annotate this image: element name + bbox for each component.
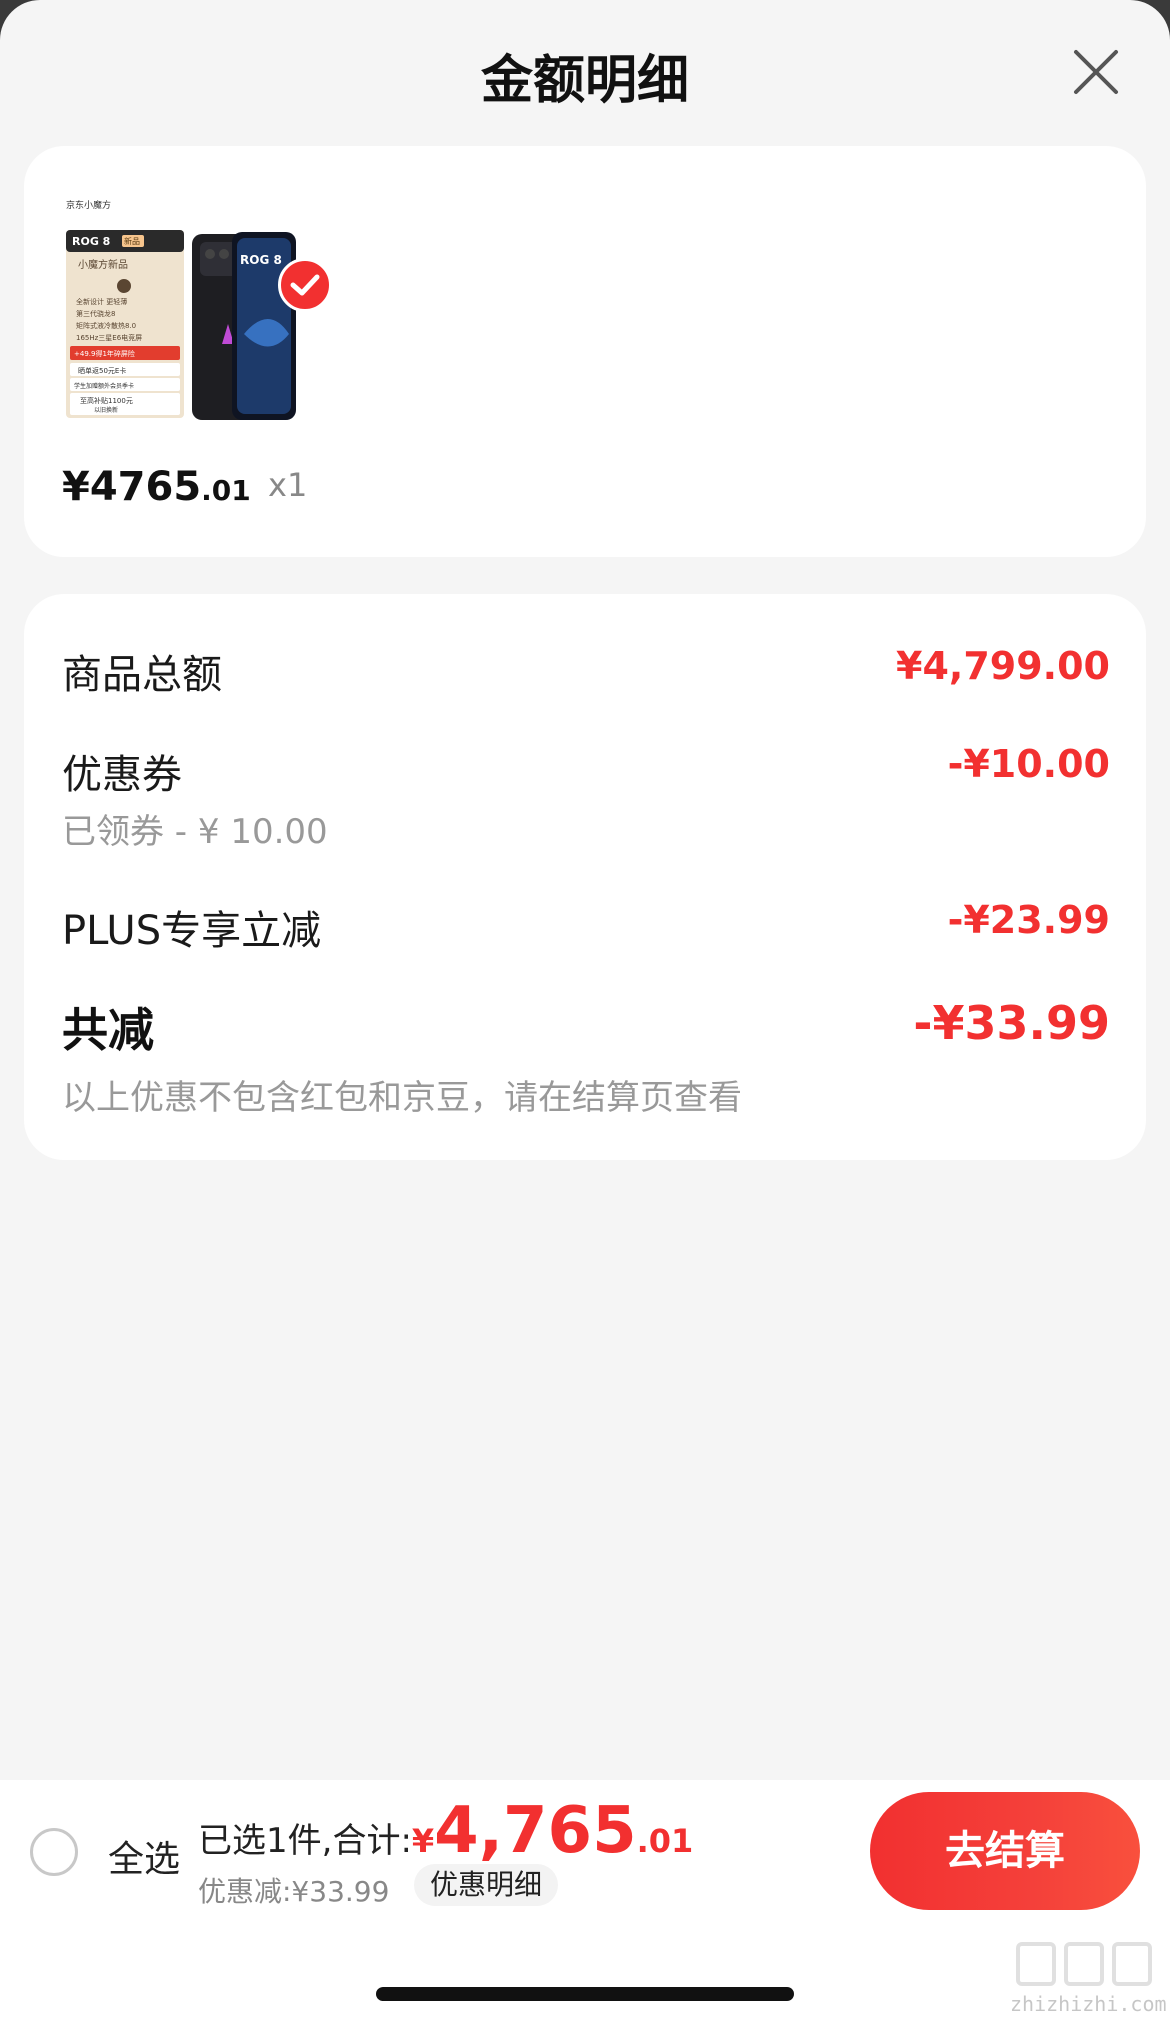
plus-discount-value: -¥23.99 <box>947 898 1110 942</box>
product-quantity: x1 <box>268 466 308 504</box>
total-amount-decimal: .01 <box>636 1822 694 1860</box>
total-amount-main: 4,765 <box>434 1794 637 1868</box>
coupon-sub: 已领券 - ¥ 10.00 <box>62 812 328 852</box>
discount-amount: 优惠减:¥33.99 <box>198 1875 390 1908</box>
thumb-promo: 至高补贴1100元 <box>80 396 133 405</box>
sheet-title: 金额明细 <box>480 51 689 111</box>
close-icon[interactable] <box>1068 44 1124 100</box>
thumb-promo: 学生加赠额外会员季卡 <box>74 382 134 390</box>
product-card: 京东小魔方 ROG 8 新品 小魔方新品 全新设计 更轻薄 第三代骁龙8 矩阵式… <box>24 146 1146 557</box>
thumb-model-badge: 新品 <box>124 236 140 246</box>
discount-note: 以上优惠不包含红包和京豆，请在结算页查看 <box>62 1078 742 1118</box>
product-price-main: ¥4765 <box>62 464 202 510</box>
home-indicator[interactable] <box>376 1987 794 2001</box>
thumb-promo: 晒单返50元E卡 <box>78 366 126 375</box>
thumb-model: ROG 8 <box>72 235 110 248</box>
thumb-tagline: 小魔方新品 <box>78 258 128 271</box>
goods-total-label: 商品总额 <box>62 652 222 698</box>
thumb-promo: 以旧换新 <box>94 406 118 414</box>
amount-detail-sheet: 金额明细 京东小魔方 ROG 8 新品 小魔方新品 全新设计 更轻薄 第三代骁龙… <box>0 0 1170 2025</box>
goods-total-value: ¥4,799.00 <box>896 644 1110 688</box>
selected-check-icon[interactable] <box>278 258 332 312</box>
checkout-button[interactable]: 去结算 <box>870 1792 1140 1910</box>
thumb-feature: 矩阵式液冷散热8.0 <box>76 321 136 330</box>
total-currency: ¥ <box>411 1822 435 1860</box>
coupon-value: -¥10.00 <box>947 742 1110 786</box>
amount-breakdown-card: 商品总额 ¥4,799.00 优惠券 -¥10.00 已领券 - ¥ 10.00… <box>24 594 1146 1160</box>
select-all-label[interactable]: 全选 <box>108 1830 180 1882</box>
selection-summary-text: 已选1件,合计: <box>198 1821 412 1861</box>
watermark-text: zhizhizhi.com <box>1010 1992 1167 2016</box>
sheet-header: 金额明细 <box>0 0 1170 140</box>
product-price: ¥4765.01 <box>62 464 251 520</box>
selection-summary: 已选1件,合计:¥4,765.01 <box>198 1794 694 1868</box>
home-indicator-area: zhizhizhi.com <box>0 1920 1170 2025</box>
discount-detail-button[interactable]: 优惠明细 <box>414 1864 559 1906</box>
thumb-brand-text: 京东小魔方 <box>66 199 111 211</box>
total-discount-value: -¥33.99 <box>913 996 1110 1050</box>
select-all-radio[interactable] <box>30 1828 78 1876</box>
checkout-bar: 全选 已选1件,合计:¥4,765.01 优惠减:¥33.99 优惠明细 去结算 <box>0 1780 1170 1920</box>
thumb-feature: 165Hz三星E6电竞屏 <box>76 333 142 342</box>
total-discount-label: 共减 <box>62 1003 154 1057</box>
plus-discount-label: PLUS专享立减 <box>62 908 322 954</box>
coupon-label: 优惠券 <box>62 752 182 798</box>
thumb-promo-red: +49.9得1年碎屏险 <box>74 349 135 358</box>
product-price-decimal: .01 <box>201 474 251 507</box>
thumb-feature: 全新设计 更轻薄 <box>76 297 127 306</box>
thumb-feature: 第三代骁龙8 <box>76 309 115 318</box>
thumb-phone-text: ROG 8 <box>240 253 282 267</box>
watermark-logo: zhizhizhi.com <box>1010 1938 1167 2018</box>
